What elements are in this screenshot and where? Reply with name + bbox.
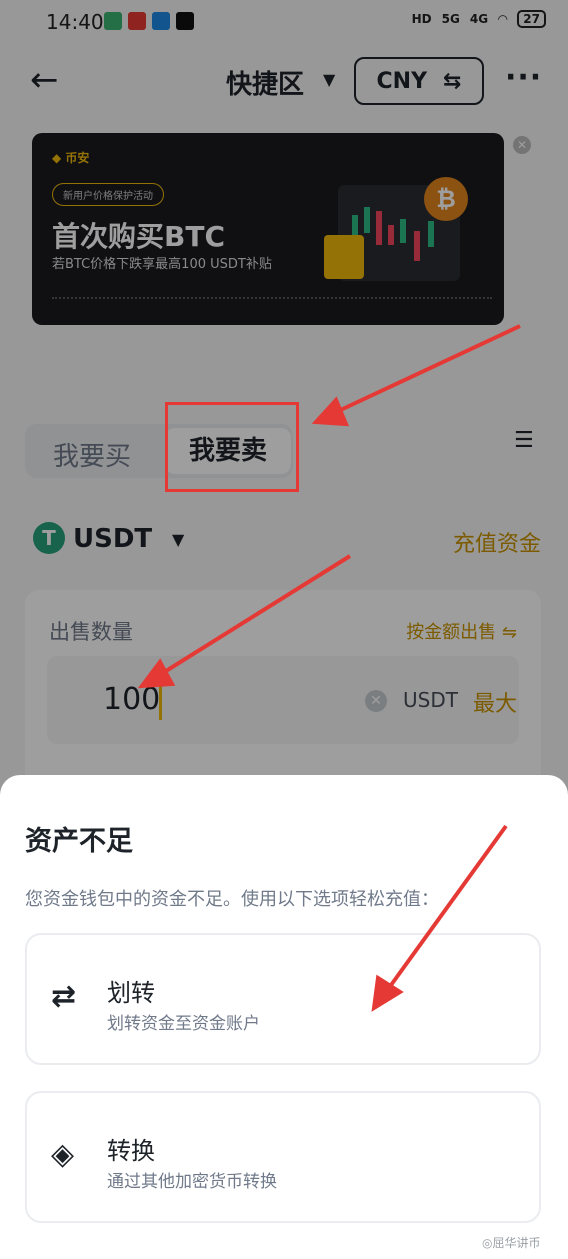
annotation-arrowhead-1: [311, 396, 350, 427]
annotation-arrow-3: [384, 824, 508, 994]
annotation-arrow-1: [331, 324, 521, 416]
watermark: ◎屈华讲币: [482, 1236, 541, 1250]
annotation-arrow-2: [156, 554, 352, 678]
annotation-arrowhead-2: [137, 658, 176, 689]
annotation-arrows: [137, 324, 521, 1012]
annotation-arrowhead-3: [371, 974, 404, 1012]
